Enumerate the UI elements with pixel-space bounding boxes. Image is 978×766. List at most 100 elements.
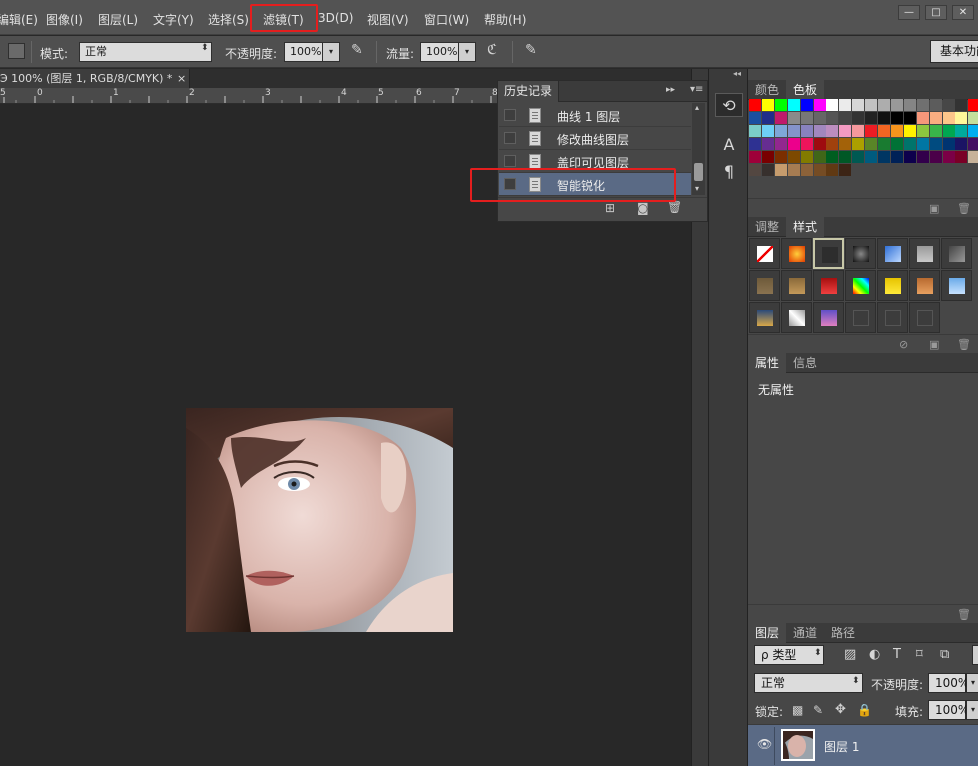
color-swatch[interactable] [916,112,929,124]
new-style-icon[interactable]: ▣ [929,338,939,351]
pressure-opacity-icon[interactable]: ✎ [351,42,363,58]
color-swatch[interactable] [800,151,813,163]
history-panel-icon[interactable]: ⟲ [715,93,743,117]
color-swatch[interactable] [916,151,929,163]
expand-dock-icon[interactable]: ◂◂ [733,69,741,78]
color-swatch[interactable] [774,99,787,111]
color-swatch[interactable] [929,138,942,150]
color-swatch[interactable] [749,112,761,124]
style-preset[interactable] [941,238,972,269]
panel-menu-icon[interactable]: ▾≡ [690,84,703,95]
color-swatch[interactable] [813,99,826,111]
history-item[interactable]: 修改曲线图层 [499,127,691,150]
color-swatch[interactable] [942,125,955,137]
scroll-thumb[interactable] [694,163,703,181]
minimize-button[interactable]: — [898,5,920,20]
color-swatch[interactable] [916,99,929,111]
color-swatch[interactable] [813,164,826,176]
clear-style-icon[interactable]: ⊘ [899,338,908,351]
flow-input[interactable]: 100% [420,42,460,62]
color-swatch[interactable] [774,138,787,150]
color-swatch[interactable] [890,112,903,124]
style-preset[interactable] [813,270,844,301]
filter-type-icon[interactable]: T [893,647,901,662]
color-swatch[interactable] [787,112,800,124]
color-swatch[interactable] [774,151,787,163]
style-preset[interactable] [909,270,940,301]
character-panel-icon[interactable]: A [715,133,743,157]
new-document-from-state-icon[interactable]: ⊞ [605,201,615,215]
close-window-button[interactable]: ✕ [952,5,974,20]
color-swatch[interactable] [942,138,955,150]
tool-preset-icon[interactable] [8,43,25,59]
color-swatch[interactable] [852,112,865,124]
color-swatch[interactable] [890,99,903,111]
color-swatch[interactable] [878,151,890,163]
color-swatch[interactable] [852,125,865,137]
mode-select[interactable]: 正常 [79,42,212,62]
color-swatch[interactable] [929,112,942,124]
color-swatch[interactable] [839,112,852,124]
color-swatch[interactable] [903,138,916,150]
tab-paths[interactable]: 路径 [824,623,862,643]
style-preset[interactable] [813,302,844,333]
trash-icon[interactable]: 🗑 [957,608,971,621]
lock-all-icon[interactable]: 🔒 [857,703,872,717]
layer-opacity-input[interactable]: 100% [928,673,969,693]
trash-icon[interactable]: 🗑 [957,338,971,351]
blend-mode-select[interactable]: 正常 [754,673,863,693]
color-swatch[interactable] [787,151,800,163]
color-swatch[interactable] [865,151,878,163]
color-swatch[interactable] [761,99,774,111]
style-preset[interactable] [845,238,876,269]
document-image[interactable] [186,408,453,632]
workspace-button[interactable]: 基本功能 [930,40,978,63]
color-swatch[interactable] [878,99,890,111]
color-swatch[interactable] [890,125,903,137]
color-swatch[interactable] [787,125,800,137]
color-swatch[interactable] [878,125,890,137]
trash-icon[interactable]: 🗑 [957,202,971,215]
tab-styles[interactable]: 样式 [786,217,825,237]
color-swatch[interactable] [774,112,787,124]
color-swatch[interactable] [865,112,878,124]
color-swatch[interactable] [787,138,800,150]
tab-swatches[interactable]: 色板 [786,80,825,100]
history-item[interactable]: 曲线 1 图层 [499,104,691,127]
filter-adjustment-icon[interactable]: ◐ [869,647,880,662]
style-preset[interactable] [845,302,876,333]
color-swatch[interactable] [826,164,839,176]
tab-info[interactable]: 信息 [786,353,824,373]
restore-button[interactable]: □ [925,5,947,20]
style-preset[interactable] [845,270,876,301]
color-swatch[interactable] [813,125,826,137]
color-swatch[interactable] [929,125,942,137]
color-swatch[interactable] [968,99,978,111]
filter-shape-icon[interactable]: ⌑ [916,647,923,662]
trash-icon[interactable]: 🗑 [667,200,682,214]
color-swatch[interactable] [839,151,852,163]
color-swatch[interactable] [800,138,813,150]
color-swatch[interactable] [800,112,813,124]
fill-dropdown-icon[interactable]: ▾ [966,700,978,720]
color-swatch[interactable] [865,99,878,111]
pressure-size-icon[interactable]: ✎ [525,42,537,58]
style-preset[interactable] [877,270,908,301]
history-source-checkbox[interactable] [504,155,516,167]
filter-toggle[interactable] [972,645,978,665]
color-swatch[interactable] [890,151,903,163]
scroll-down-icon[interactable]: ▾ [695,184,699,193]
color-swatch[interactable] [761,138,774,150]
color-swatch[interactable] [813,151,826,163]
airbrush-icon[interactable]: ℭ [487,42,497,58]
tab-channels[interactable]: 通道 [786,623,824,643]
menu-select[interactable]: 选择(S) [208,11,249,28]
color-swatch[interactable] [878,112,890,124]
color-swatch[interactable] [955,125,968,137]
color-swatch[interactable] [839,125,852,137]
style-preset[interactable] [781,270,812,301]
style-preset[interactable] [781,238,812,269]
menu-help[interactable]: 帮助(H) [484,11,526,28]
color-swatch[interactable] [761,125,774,137]
color-swatch[interactable] [942,151,955,163]
